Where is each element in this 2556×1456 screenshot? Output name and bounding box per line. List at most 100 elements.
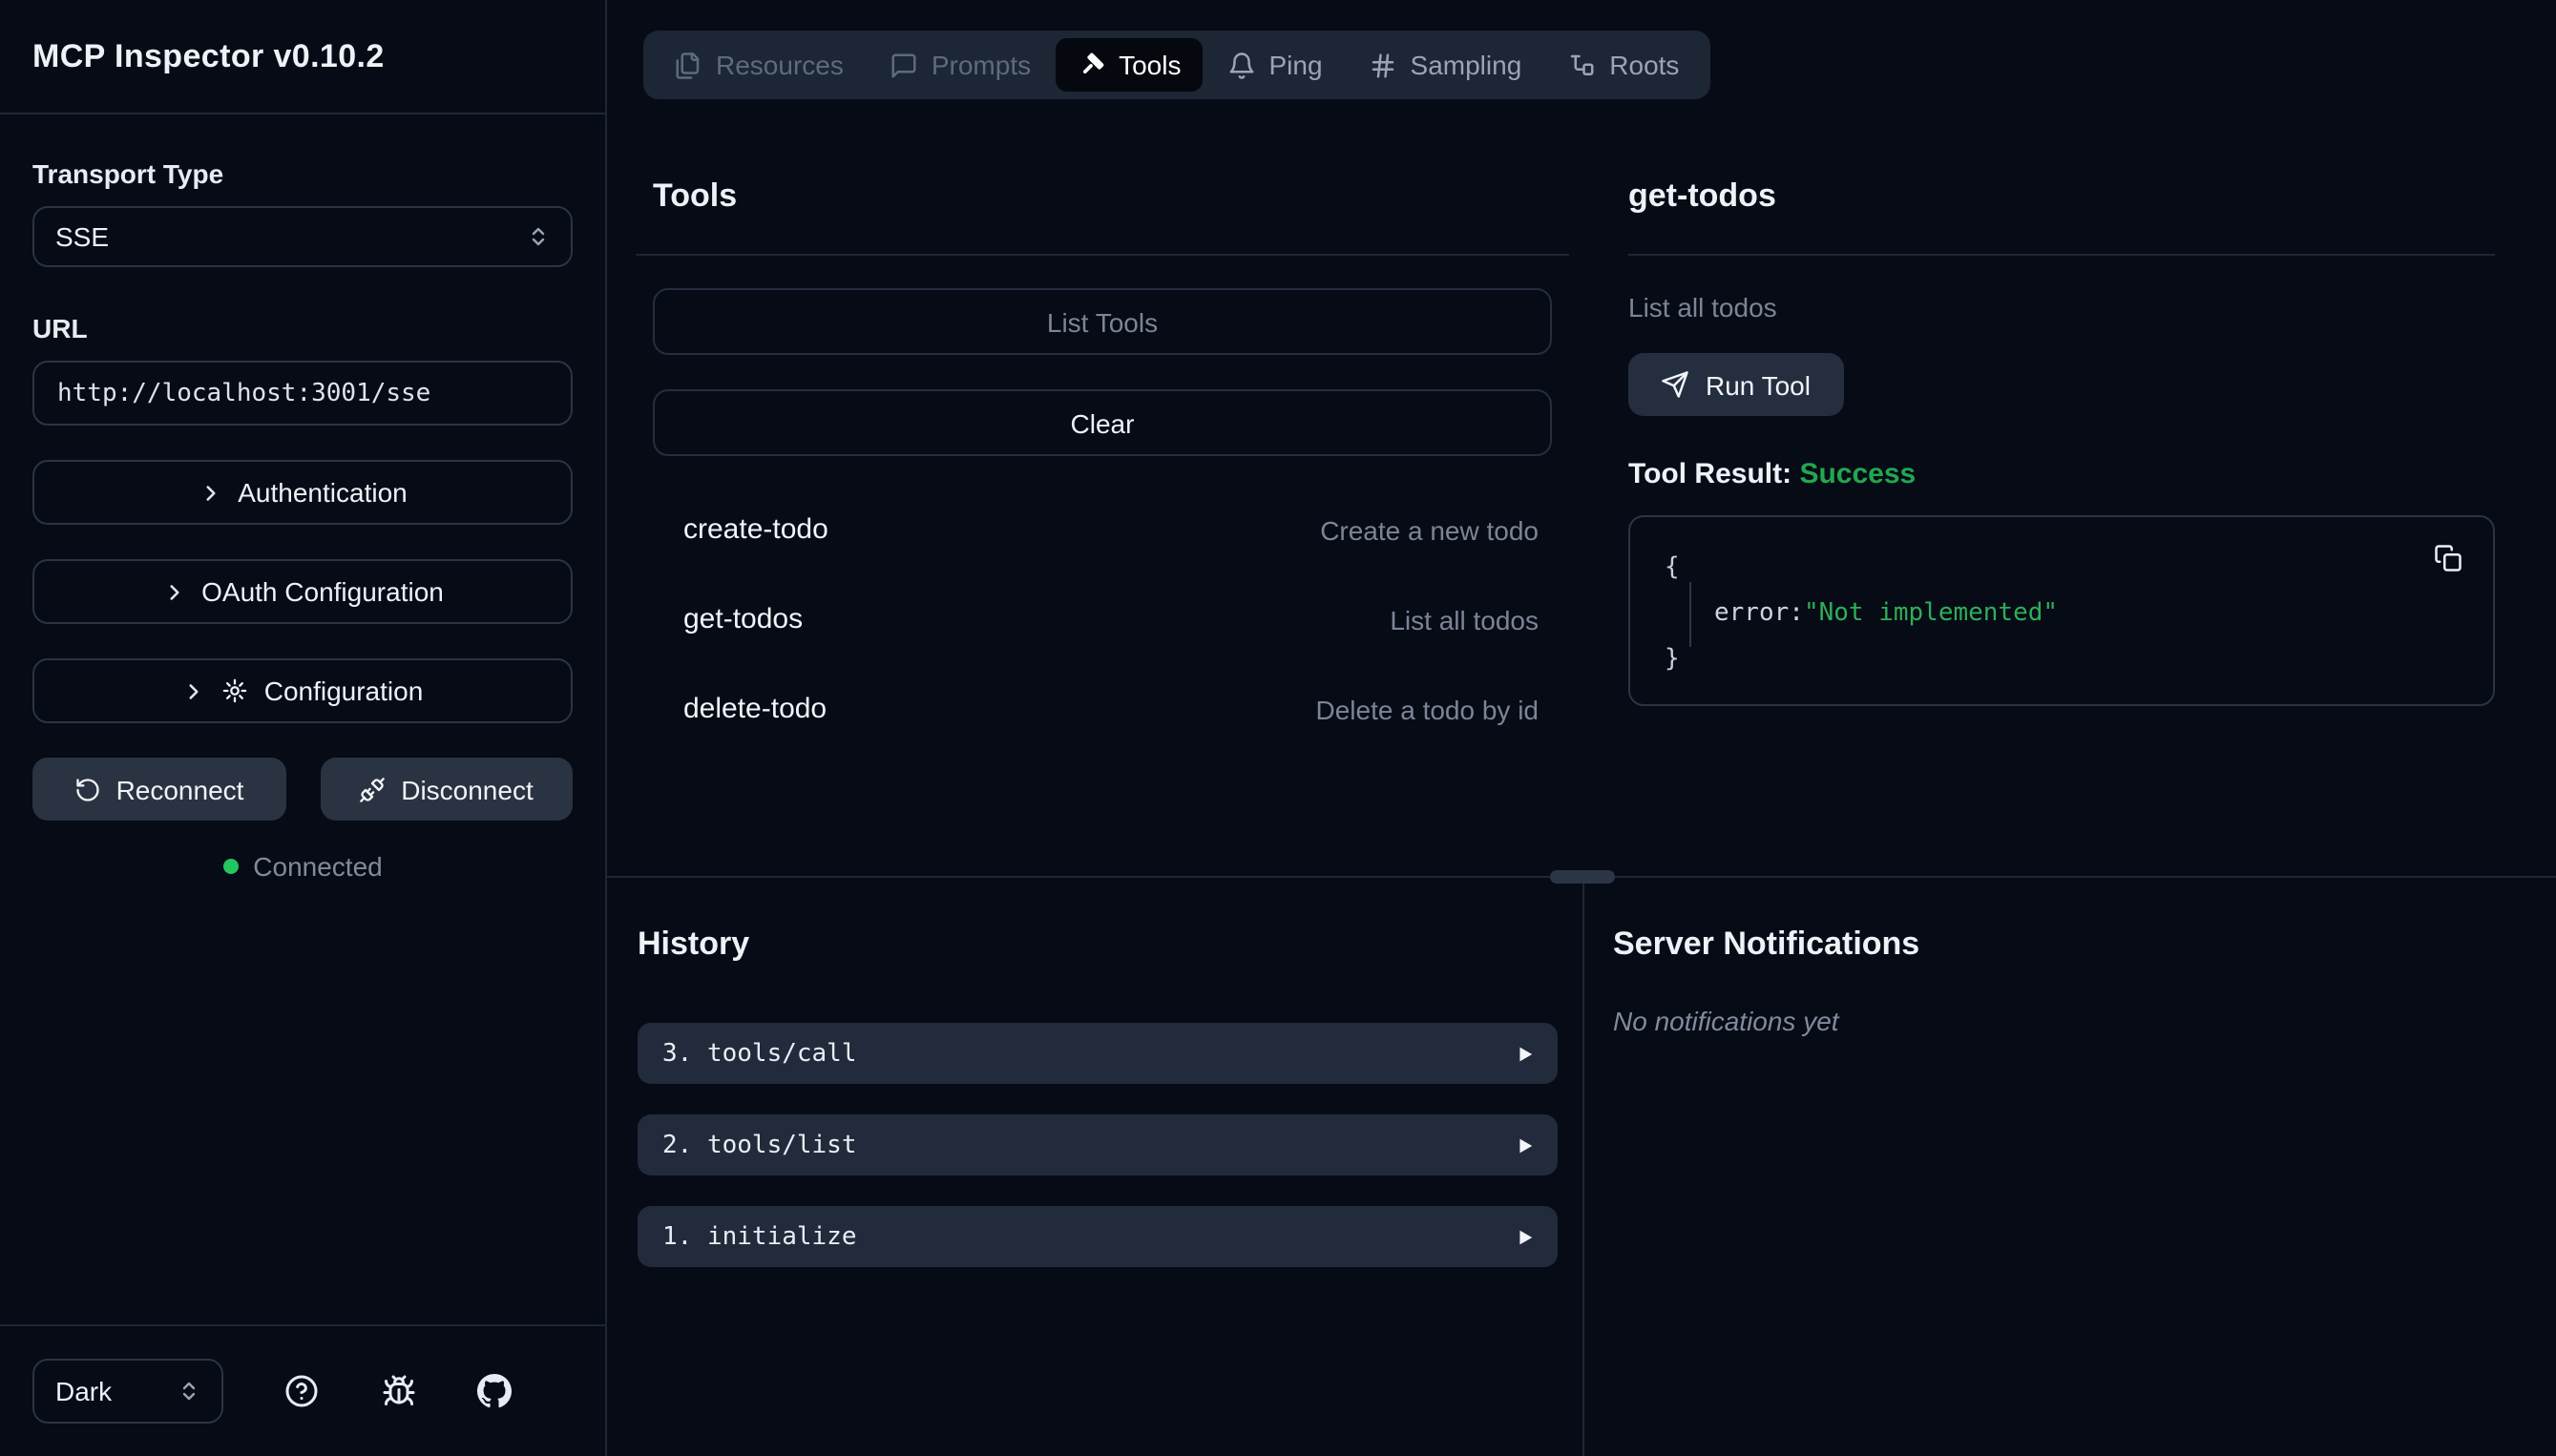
configuration-accordion[interactable]: Configuration (32, 658, 573, 723)
expand-triangle-icon (1514, 1226, 1535, 1247)
tab-ping-label: Ping (1268, 50, 1322, 80)
tab-tools[interactable]: Tools (1056, 38, 1202, 92)
history-item-label: 2. tools/list (662, 1131, 857, 1159)
sidebar-spacer (0, 893, 605, 1324)
tab-resources[interactable]: Resources (653, 38, 865, 92)
reconnect-button[interactable]: Reconnect (32, 758, 285, 821)
tree-branch-icon (1567, 51, 1596, 79)
history-panel: History 3. tools/call 2. tools/list 1. i… (607, 878, 1582, 1456)
server-notifications-title: Server Notifications (1613, 926, 2556, 964)
chevron-right-icon (182, 678, 207, 703)
selected-tool-title: get-todos (1628, 177, 2495, 216)
send-icon (1662, 370, 1690, 399)
tab-prompts[interactable]: Prompts (869, 38, 1052, 92)
tab-roots[interactable]: Roots (1546, 38, 1700, 92)
top-columns: Tools List Tools Clear create-todo Creat… (607, 99, 2556, 725)
tools-panel-title: Tools (636, 177, 1569, 216)
horizontal-split-divider (607, 876, 2556, 878)
clear-button[interactable]: Clear (653, 389, 1552, 456)
sidebar-header: MCP Inspector v0.10.2 (0, 0, 605, 114)
connection-status: Connected (32, 840, 573, 893)
footer-icons (223, 1374, 573, 1408)
tab-resources-label: Resources (716, 50, 844, 80)
connected-dot-icon (222, 859, 238, 874)
tool-name: create-todo (683, 513, 828, 546)
reconnect-label: Reconnect (116, 774, 244, 804)
tool-row-create-todo[interactable]: create-todo Create a new todo (636, 513, 1569, 546)
url-input[interactable]: http://localhost:3001/sse (32, 361, 573, 426)
tab-sampling[interactable]: Sampling (1348, 38, 1543, 92)
hash-icon (1369, 51, 1397, 79)
notifications-empty-text: No notifications yet (1613, 1006, 2556, 1036)
tools-panel: Tools List Tools Clear create-todo Creat… (636, 99, 1569, 725)
tool-result-label: Tool Result: (1628, 458, 1791, 490)
hammer-icon (1077, 51, 1105, 79)
divider (636, 254, 1569, 256)
chevrons-up-down-icon (527, 225, 550, 248)
tab-sampling-label: Sampling (1411, 50, 1522, 80)
help-circle-icon[interactable] (285, 1374, 320, 1408)
oauth-configuration-label: OAuth Configuration (201, 576, 444, 607)
copy-icon[interactable] (2434, 544, 2462, 572)
sidebar-body: Transport Type SSE URL http://localhost:… (0, 114, 605, 893)
chevrons-up-down-icon (178, 1380, 200, 1403)
split-drag-handle[interactable] (1550, 870, 1615, 884)
json-key: error: (1714, 599, 1804, 628)
transport-type-select[interactable]: SSE (32, 206, 573, 267)
divider (1628, 254, 2495, 256)
history-title: History (638, 926, 1558, 964)
tool-description: Delete a todo by id (1316, 694, 1540, 724)
gear-icon (222, 677, 249, 704)
tool-result-status: Success (1799, 458, 1916, 490)
json-error-line: error:"Not implemented" (1665, 592, 2459, 637)
app-title: MCP Inspector v0.10.2 (32, 37, 385, 75)
history-item-label: 3. tools/call (662, 1039, 857, 1068)
theme-select[interactable]: Dark (32, 1359, 223, 1424)
oauth-configuration-accordion[interactable]: OAuth Configuration (32, 559, 573, 624)
main-area: Resources Prompts Tools (607, 0, 2556, 1456)
tab-bar: Resources Prompts Tools (643, 31, 1709, 99)
chevron-right-icon (161, 579, 186, 604)
url-label: URL (32, 313, 573, 343)
tool-detail-panel: get-todos List all todos Run Tool Tool R… (1628, 99, 2495, 725)
sidebar: MCP Inspector v0.10.2 Transport Type SSE… (0, 0, 607, 1456)
authentication-accordion[interactable]: Authentication (32, 460, 573, 525)
selected-tool-description: List all todos (1628, 292, 2495, 322)
unplug-icon (359, 776, 386, 802)
transport-type-value: SSE (55, 221, 109, 252)
bug-icon[interactable] (381, 1374, 415, 1408)
tab-ping[interactable]: Ping (1205, 38, 1343, 92)
connection-status-text: Connected (253, 851, 382, 882)
app-window: MCP Inspector v0.10.2 Transport Type SSE… (0, 0, 2556, 1456)
rotate-ccw-icon (74, 776, 101, 802)
sidebar-footer: Dark (0, 1324, 605, 1456)
history-item-tools-call[interactable]: 3. tools/call (638, 1023, 1558, 1084)
history-item-initialize[interactable]: 1. initialize (638, 1206, 1558, 1267)
history-item-tools-list[interactable]: 2. tools/list (638, 1114, 1558, 1175)
json-close-brace: } (1665, 637, 2459, 683)
message-square-icon (890, 51, 918, 79)
history-item-label: 1. initialize (662, 1222, 857, 1251)
files-icon (674, 51, 702, 79)
authentication-label: Authentication (238, 477, 407, 508)
disconnect-button[interactable]: Disconnect (320, 758, 573, 821)
bell-icon (1226, 51, 1255, 79)
tool-result-json: { error:"Not implemented" } (1628, 515, 2495, 706)
tool-row-get-todos[interactable]: get-todos List all todos (636, 603, 1569, 635)
list-tools-button[interactable]: List Tools (653, 288, 1552, 355)
run-tool-button[interactable]: Run Tool (1628, 353, 1844, 416)
configuration-label: Configuration (264, 676, 424, 706)
tab-tools-label: Tools (1119, 50, 1181, 80)
url-value: http://localhost:3001/sse (57, 379, 430, 407)
bottom-pane: History 3. tools/call 2. tools/list 1. i… (607, 878, 2556, 1456)
tool-result-line: Tool Result: Success (1628, 458, 2495, 490)
expand-triangle-icon (1514, 1134, 1535, 1155)
top-pane: Resources Prompts Tools (607, 0, 2556, 876)
tab-prompts-label: Prompts (932, 50, 1031, 80)
tool-name: delete-todo (683, 693, 827, 725)
chevron-right-icon (198, 480, 222, 505)
server-notifications-panel: Server Notifications No notifications ye… (1584, 878, 2556, 1456)
tool-row-delete-todo[interactable]: delete-todo Delete a todo by id (636, 693, 1569, 725)
theme-value: Dark (55, 1376, 112, 1406)
github-icon[interactable] (477, 1374, 512, 1408)
